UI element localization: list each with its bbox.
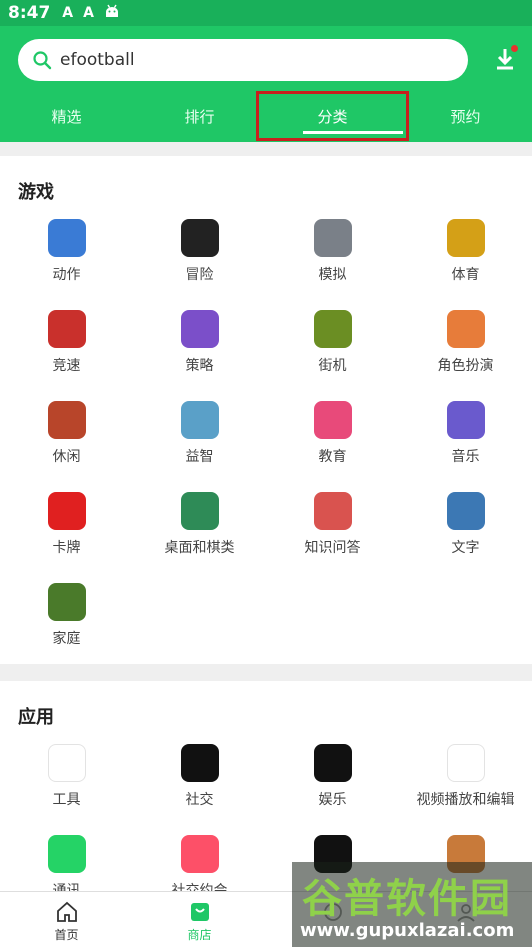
category-item[interactable]: 卡牌 xyxy=(0,492,133,572)
puzzle-icon xyxy=(180,401,219,439)
category-label: 街机 xyxy=(318,358,347,374)
category-label: 模拟 xyxy=(318,267,347,283)
category-label: 动作 xyxy=(52,267,81,283)
minecraft-icon xyxy=(313,310,352,348)
uno-icon xyxy=(47,492,86,530)
category-item[interactable]: 益智 xyxy=(133,401,266,481)
whatsapp-icon xyxy=(47,835,86,873)
category-item[interactable]: 体育 xyxy=(399,219,532,299)
games-section: 游戏 动作 冒险 模拟 体育竞速 策略 街机 角色扮演休闲 益智 教育 音乐卡牌 桌面和棋类 知识问答… xyxy=(0,156,532,664)
education-icon xyxy=(313,401,352,439)
tab-featured-label: 精选 xyxy=(51,108,82,126)
search-icon xyxy=(33,51,52,70)
category-label: 娱乐 xyxy=(318,792,347,808)
search-bar[interactable]: efootball xyxy=(18,39,468,81)
category-item[interactable]: 文字 xyxy=(399,492,532,572)
car-sim-icon xyxy=(313,219,352,257)
tab-featured[interactable]: 精选 xyxy=(0,96,133,138)
status-time: 8:47 xyxy=(8,3,51,23)
netflix-icon xyxy=(313,744,352,782)
android-icon xyxy=(104,3,120,23)
nav-home[interactable]: 首页 xyxy=(0,892,133,947)
home-icon xyxy=(56,901,77,922)
category-label: 知识问答 xyxy=(304,540,361,556)
category-item[interactable]: 知识问答 xyxy=(266,492,399,572)
tab-preorder-label: 预约 xyxy=(450,108,481,126)
category-item[interactable]: 娱乐 xyxy=(266,744,399,824)
tab-ranking[interactable]: 排行 xyxy=(133,96,266,138)
watermark-logo: 谷普软件园 xyxy=(302,875,512,922)
search-query[interactable]: efootball xyxy=(60,50,135,70)
category-item[interactable]: 角色扮演 xyxy=(399,310,532,390)
category-label: 冒险 xyxy=(185,267,214,283)
games-section-title: 游戏 xyxy=(18,182,54,203)
watermark-url: www.gupuxlazai.com xyxy=(300,920,515,941)
strategy-icon xyxy=(180,310,219,348)
store-icon xyxy=(190,903,209,921)
category-label: 策略 xyxy=(185,358,214,374)
category-item[interactable]: 工具 xyxy=(0,744,133,824)
action-game-icon xyxy=(47,219,86,257)
nav-home-label: 首页 xyxy=(54,928,79,942)
roleplay-icon xyxy=(446,310,485,348)
category-label: 卡牌 xyxy=(52,540,81,556)
category-item[interactable]: 竞速 xyxy=(0,310,133,390)
youtube-icon xyxy=(446,744,485,782)
app-root: 8:47 A A efootball 精选 排行 分类 预约 游戏 动作 冒险 模拟… xyxy=(0,0,532,947)
category-label: 工具 xyxy=(52,792,81,808)
category-label: 家庭 xyxy=(52,631,81,647)
category-label: 社交 xyxy=(185,792,214,808)
category-label: 文字 xyxy=(451,540,480,556)
nav-store-label: 商店 xyxy=(187,928,212,942)
category-item[interactable]: 桌面和棋类 xyxy=(133,492,266,572)
ludo-icon xyxy=(180,492,219,530)
category-label: 桌面和棋类 xyxy=(164,540,235,556)
category-item[interactable]: 社交 xyxy=(133,744,266,824)
category-label: 益智 xyxy=(185,449,214,465)
brain-icon xyxy=(313,492,352,530)
category-item[interactable]: 街机 xyxy=(266,310,399,390)
category-item[interactable]: 冒险 xyxy=(133,219,266,299)
notification-a-icon-2: A xyxy=(83,5,94,21)
site-watermark: 谷普软件园 www.gupuxlazai.com xyxy=(292,862,532,947)
tiktok-icon xyxy=(180,744,219,782)
category-item[interactable]: 模拟 xyxy=(266,219,399,299)
category-item[interactable]: 休闲 xyxy=(0,401,133,481)
roblox-icon xyxy=(180,219,219,257)
tab-ranking-label: 排行 xyxy=(184,108,215,126)
casual-game-icon xyxy=(47,401,86,439)
category-label: 角色扮演 xyxy=(437,358,494,374)
category-item[interactable]: 家庭 xyxy=(0,583,133,663)
category-label: 休闲 xyxy=(52,449,81,465)
apps-section-title: 应用 xyxy=(18,707,54,728)
category-item[interactable]: 音乐 xyxy=(399,401,532,481)
play-store-icon xyxy=(47,744,86,782)
annotation-highlight-box xyxy=(256,91,409,141)
notification-a-icon: A xyxy=(62,5,74,21)
status-bar: 8:47 A A xyxy=(0,0,532,26)
category-label: 体育 xyxy=(451,267,480,283)
sonic-icon xyxy=(47,583,86,621)
piano-tiles-icon xyxy=(446,401,485,439)
category-item[interactable]: 教育 xyxy=(266,401,399,481)
racing-car-icon xyxy=(47,310,86,348)
word-game-icon xyxy=(446,492,485,530)
download-button[interactable] xyxy=(492,45,520,73)
category-item[interactable]: 视频播放和编辑 xyxy=(399,744,532,824)
tinder-icon xyxy=(180,835,219,873)
tab-preorder[interactable]: 预约 xyxy=(399,96,532,138)
category-label: 竞速 xyxy=(52,358,81,374)
top-header: 8:47 A A efootball 精选 排行 分类 预约 xyxy=(0,0,532,142)
category-item[interactable]: 策略 xyxy=(133,310,266,390)
category-item[interactable]: 动作 xyxy=(0,219,133,299)
category-label: 视频播放和编辑 xyxy=(416,792,515,808)
category-label: 音乐 xyxy=(451,449,480,465)
category-label: 教育 xyxy=(318,449,347,465)
soccer-icon xyxy=(446,219,485,257)
notification-dot xyxy=(511,45,518,52)
nav-store[interactable]: 商店 xyxy=(133,892,266,947)
